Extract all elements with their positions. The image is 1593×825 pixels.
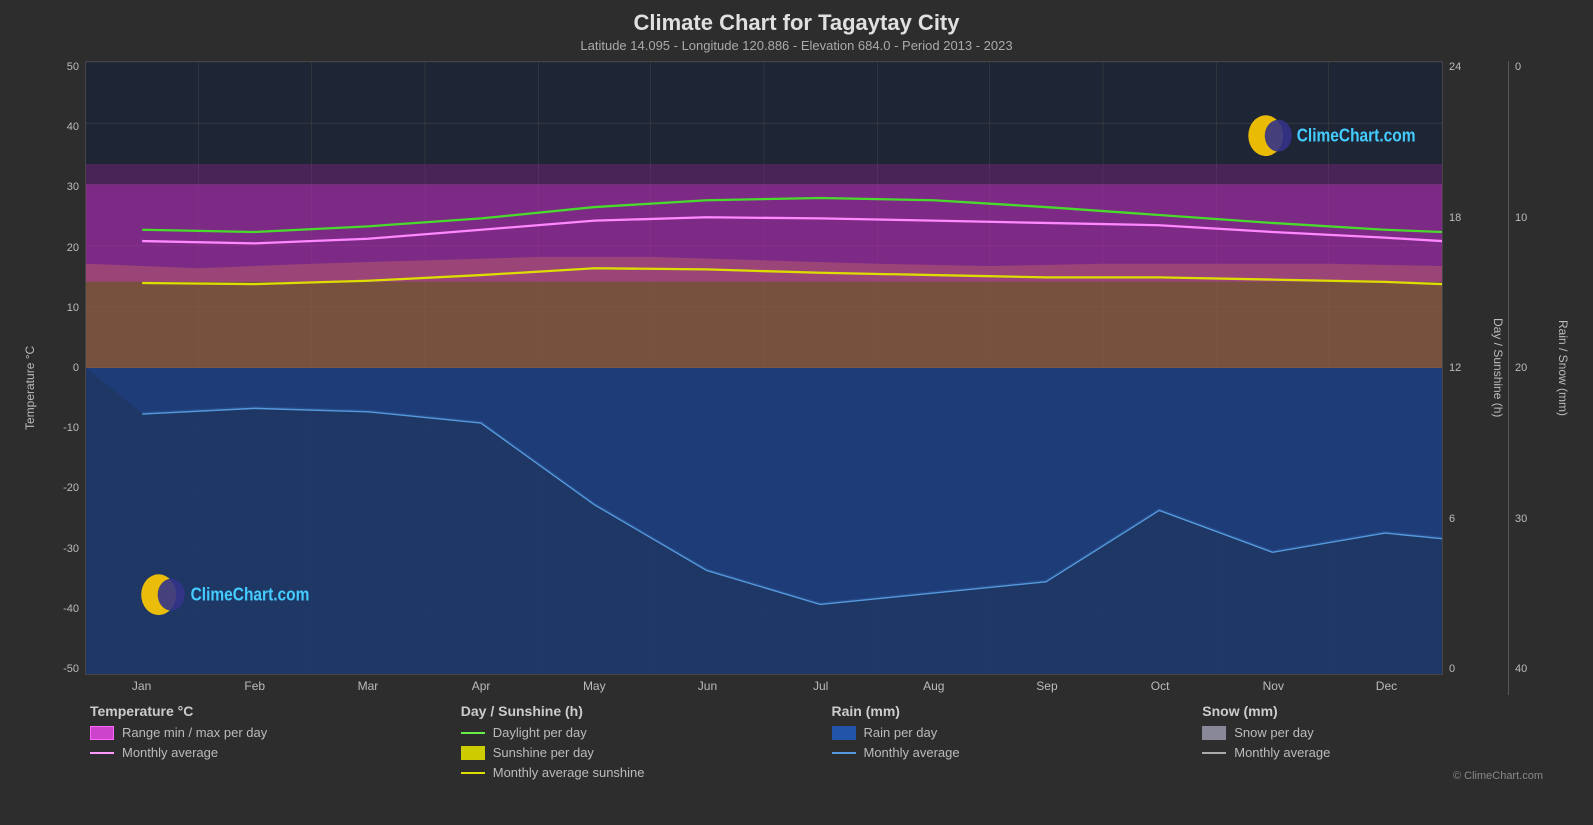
y-axis-left: 50 40 30 20 10 0 -10 -20 -30 -40 -50 bbox=[40, 61, 85, 695]
legend-item-daylight: Daylight per day bbox=[461, 725, 812, 740]
svg-text:ClimeChart.com: ClimeChart.com bbox=[1297, 125, 1416, 145]
x-month-may: May bbox=[538, 679, 651, 695]
x-month-aug: Aug bbox=[877, 679, 990, 695]
x-month-jul: Jul bbox=[764, 679, 877, 695]
x-axis: Jan Feb Mar Apr May Jun Jul Aug Sep Oct … bbox=[85, 675, 1443, 695]
legend-section-snow: Snow (mm) Snow per day Monthly average ©… bbox=[1192, 703, 1563, 811]
legend-section-temperature: Temperature °C Range min / max per day M… bbox=[80, 703, 451, 811]
legend-line-sunshine-monthly bbox=[461, 772, 485, 774]
legend-title-snow: Snow (mm) bbox=[1202, 703, 1553, 719]
legend-title-sunshine: Day / Sunshine (h) bbox=[461, 703, 812, 719]
legend-item-rain-box: Rain per day bbox=[832, 725, 1183, 740]
legend-title-rain: Rain (mm) bbox=[832, 703, 1183, 719]
y-axis-left-label: Temperature °C bbox=[20, 61, 40, 695]
legend-icon-snow bbox=[1202, 726, 1226, 740]
chart-subtitle: Latitude 14.095 - Longitude 120.886 - El… bbox=[20, 38, 1573, 53]
y-axis-right-sunshine-label: Day / Sunshine (h) bbox=[1488, 61, 1508, 695]
legend-line-rain-monthly bbox=[832, 752, 856, 754]
legend-item-sunshine-box: Sunshine per day bbox=[461, 745, 812, 760]
legend-line-daylight bbox=[461, 732, 485, 734]
x-month-dec: Dec bbox=[1330, 679, 1443, 695]
chart-canvas: ClimeChart.com ClimeChart.com bbox=[85, 61, 1443, 675]
chart-title: Climate Chart for Tagaytay City bbox=[20, 10, 1573, 36]
y-axis-right-sunshine: 24 18 12 6 0 bbox=[1443, 61, 1488, 695]
chart-canvas-wrapper: ClimeChart.com ClimeChart.com Jan Feb Ma… bbox=[85, 61, 1443, 695]
legend-area: Temperature °C Range min / max per day M… bbox=[20, 695, 1573, 815]
legend-item-snow-monthly: Monthly average bbox=[1202, 745, 1553, 760]
legend-item-temp-monthly: Monthly average bbox=[90, 745, 441, 760]
x-month-oct: Oct bbox=[1104, 679, 1217, 695]
copyright: © ClimeChart.com bbox=[1202, 770, 1553, 784]
x-month-apr: Apr bbox=[425, 679, 538, 695]
page-wrapper: Climate Chart for Tagaytay City Latitude… bbox=[0, 0, 1593, 825]
legend-icon-temp-range bbox=[90, 726, 114, 740]
legend-item-rain-monthly: Monthly average bbox=[832, 745, 1183, 760]
y-axis-right-rain: 0 10 20 30 40 bbox=[1508, 61, 1553, 695]
chart-header: Climate Chart for Tagaytay City Latitude… bbox=[20, 10, 1573, 53]
legend-icon-sunshine bbox=[461, 746, 485, 760]
x-month-sep: Sep bbox=[990, 679, 1103, 695]
main-chart-svg: ClimeChart.com ClimeChart.com bbox=[86, 62, 1442, 674]
legend-item-snow-box: Snow per day bbox=[1202, 725, 1553, 740]
y-axis-right-rain-label: Rain / Snow (mm) bbox=[1553, 61, 1573, 695]
legend-icon-rain bbox=[832, 726, 856, 740]
legend-section-rain: Rain (mm) Rain per day Monthly average bbox=[822, 703, 1193, 811]
x-month-mar: Mar bbox=[311, 679, 424, 695]
x-month-jun: Jun bbox=[651, 679, 764, 695]
x-month-jan: Jan bbox=[85, 679, 198, 695]
legend-line-temp-monthly bbox=[90, 752, 114, 754]
x-month-nov: Nov bbox=[1217, 679, 1330, 695]
chart-area: Temperature °C 50 40 30 20 10 0 -10 -20 … bbox=[20, 61, 1573, 695]
legend-line-snow-monthly bbox=[1202, 752, 1226, 754]
svg-text:ClimeChart.com: ClimeChart.com bbox=[191, 584, 310, 604]
x-month-feb: Feb bbox=[198, 679, 311, 695]
legend-item-temp-range: Range min / max per day bbox=[90, 725, 441, 740]
legend-title-temperature: Temperature °C bbox=[90, 703, 441, 719]
legend-section-sunshine: Day / Sunshine (h) Daylight per day Suns… bbox=[451, 703, 822, 811]
legend-item-sunshine-monthly: Monthly average sunshine bbox=[461, 765, 812, 780]
